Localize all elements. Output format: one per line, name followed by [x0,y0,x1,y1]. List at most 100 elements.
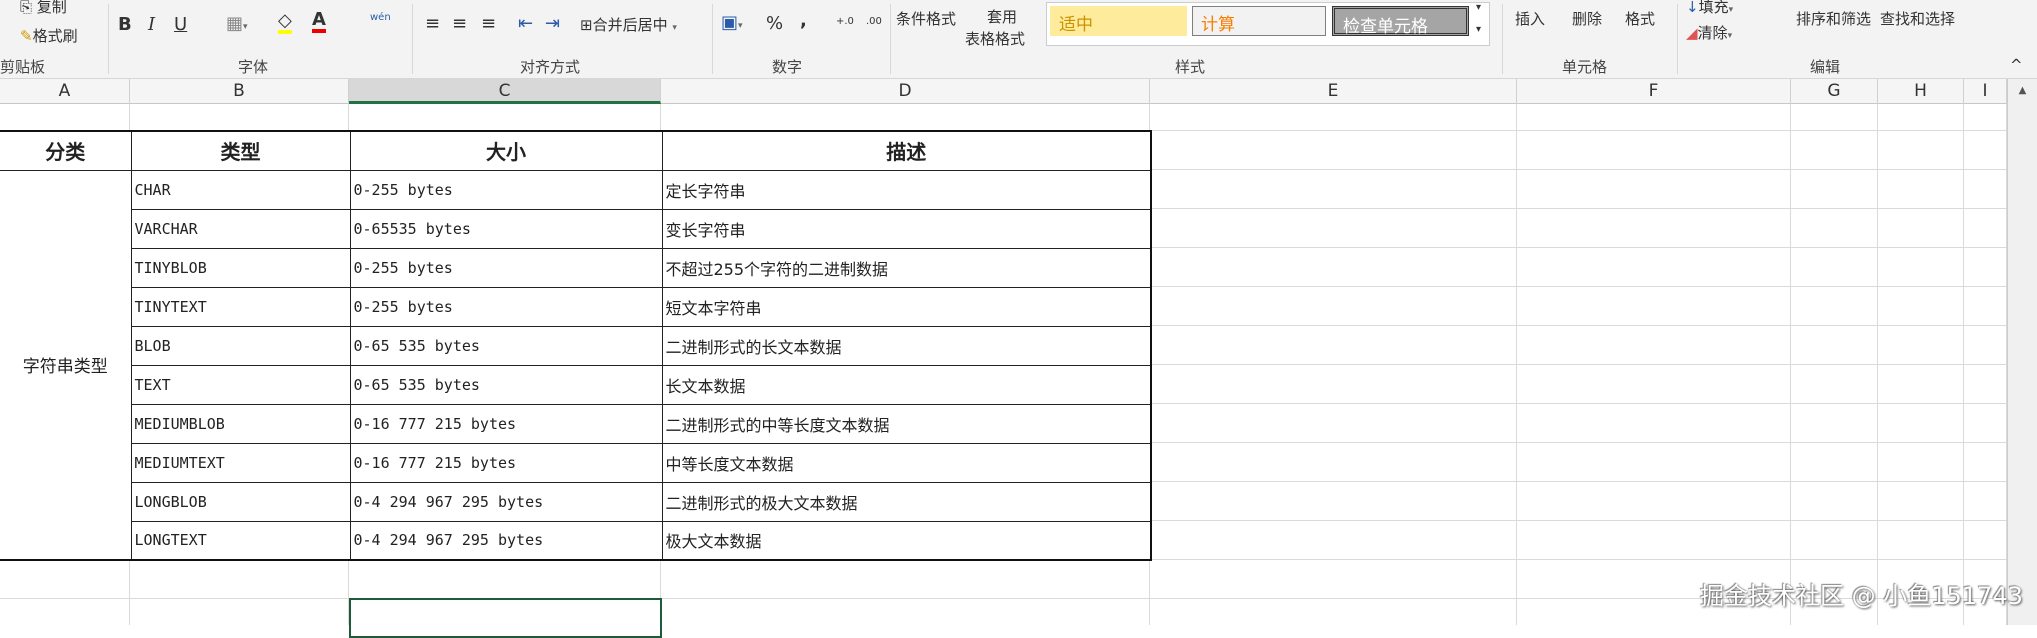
type-cell[interactable]: MEDIUMTEXT [130,442,351,483]
type-cell[interactable]: TEXT [130,364,351,405]
currency-icon[interactable]: ▣▾ [721,12,743,33]
find-select-button[interactable]: 查找和选择 [1880,8,1955,29]
table-header-row: 分类 类型 大小 描述 [0,130,1152,171]
table-row: TEXT 0-65 535 bytes 长文本数据 [0,364,1152,405]
size-cell[interactable]: 0-255 bytes [349,169,663,210]
desc-cell[interactable]: 二进制形式的长文本数据 [661,325,1152,366]
table-header-cell[interactable]: 分类 [0,130,132,171]
column-header-b[interactable]: B [130,79,349,104]
fill-button[interactable]: ↓填充▾ [1686,0,1733,17]
type-cell[interactable]: TINYTEXT [130,286,351,327]
style-calculation[interactable]: 计算 [1192,6,1326,36]
desc-cell[interactable]: 长文本数据 [661,364,1152,405]
table-format-button[interactable]: 表格格式 [965,28,1025,49]
decrease-indent-icon[interactable]: ⇤ [518,13,533,34]
size-cell[interactable]: 0-16 777 215 bytes [349,403,663,444]
align-right-icon[interactable]: ≡ [481,13,496,34]
type-cell[interactable]: TINYBLOB [130,247,351,288]
copy-icon: ⎘ [20,0,37,16]
size-cell[interactable]: 0-255 bytes [349,286,663,327]
data-table: 分类 类型 大小 描述 字符串类型 CHAR 0-255 bytes 定长字符串 VARCHA… [0,130,1152,561]
column-header-g[interactable]: G [1791,79,1878,104]
table-row: LONGBLOB 0-4 294 967 295 bytes 二进制形式的极大文本数… [0,481,1152,522]
table-format-label-1[interactable]: 套用 [987,6,1017,27]
size-cell[interactable]: 0-4 294 967 295 bytes [349,520,663,561]
type-cell[interactable]: LONGBLOB [130,481,351,522]
column-header-f[interactable]: F [1517,79,1791,104]
underline-button[interactable]: U [174,14,187,35]
column-header-i[interactable]: I [1964,79,2007,104]
brush-icon: ✎ [20,27,33,45]
italic-button[interactable]: I [148,14,155,35]
column-header-a[interactable]: A [0,79,130,104]
sort-filter-button[interactable]: 排序和筛选 [1796,8,1871,29]
format-button[interactable]: 格式 [1625,8,1655,29]
comma-button[interactable]: , [800,10,807,31]
selected-cell[interactable] [349,598,662,638]
format-painter-button[interactable]: ✎格式刷 [20,25,78,46]
table-header-cell[interactable]: 大小 [349,130,663,171]
style-check-cell[interactable]: 检查单元格 [1332,6,1469,37]
type-cell[interactable]: LONGTEXT [130,520,351,561]
column-header-h[interactable]: H [1878,79,1964,104]
type-cell[interactable]: BLOB [130,325,351,366]
conditional-format-button[interactable]: 条件格式 [896,8,956,29]
copy-button[interactable]: ⎘ 复制 [20,0,67,17]
phonetic-icon[interactable]: wén [370,12,391,23]
align-left-icon[interactable]: ≡ [425,13,440,34]
table-header-cell[interactable]: 类型 [130,130,351,171]
bold-button[interactable]: B [118,14,132,35]
column-header-d[interactable]: D [661,79,1150,104]
delete-button[interactable]: 删除 [1572,8,1602,29]
increase-indent-icon[interactable]: ⇥ [545,13,560,34]
divider [1677,4,1678,74]
divider [712,4,713,74]
size-cell[interactable]: 0-65 535 bytes [349,325,663,366]
scroll-up-icon[interactable]: ▲ [2008,85,2037,96]
group-label-styles: 样式 [1175,58,1206,76]
font-color-button[interactable]: A [312,11,326,33]
category-cell[interactable]: 字符串类型 [0,169,132,561]
desc-cell[interactable]: 不超过255个字符的二进制数据 [661,247,1152,288]
desc-cell[interactable]: 二进制形式的极大文本数据 [661,481,1152,522]
decrease-decimal-button[interactable]: .00 [866,16,882,27]
gallery-scroll-icon[interactable]: ▾ ▾ [1476,2,1481,35]
table-header-cell[interactable]: 描述 [661,130,1152,171]
table-row: BLOB 0-65 535 bytes 二进制形式的长文本数据 [0,325,1152,366]
insert-button[interactable]: 插入 [1515,8,1545,29]
type-cell[interactable]: MEDIUMBLOB [130,403,351,444]
fill-down-icon: ↓ [1686,0,1699,16]
desc-cell[interactable]: 变长字符串 [661,208,1152,249]
table-row: TINYTEXT 0-255 bytes 短文本字符串 [0,286,1152,327]
style-neutral[interactable]: 适中 [1050,6,1187,36]
desc-cell[interactable]: 短文本字符串 [661,286,1152,327]
type-cell[interactable]: CHAR [130,169,351,210]
size-cell[interactable]: 0-255 bytes [349,247,663,288]
size-cell[interactable]: 0-16 777 215 bytes [349,442,663,483]
table-row: 字符串类型 CHAR 0-255 bytes 定长字符串 [0,169,1152,561]
percent-button[interactable]: % [766,13,783,34]
merge-center-button[interactable]: ⊞合并后居中 ▾ [580,14,677,35]
group-label-cells: 单元格 [1562,58,1608,76]
size-cell[interactable]: 0-4 294 967 295 bytes [349,481,663,522]
table-row: MEDIUMTEXT 0-16 777 215 bytes 中等长度文本数据 [0,442,1152,483]
desc-cell[interactable]: 极大文本数据 [661,520,1152,561]
merge-icon: ⊞ [580,16,593,34]
collapse-ribbon-icon[interactable]: ^ [2010,56,2023,74]
border-icon[interactable]: ▦▾ [226,13,248,34]
desc-cell[interactable]: 定长字符串 [661,169,1152,210]
table-row: LONGTEXT 0-4 294 967 295 bytes 极大文本数据 [0,520,1152,561]
align-center-icon[interactable]: ≡ [452,13,467,34]
desc-cell[interactable]: 中等长度文本数据 [661,442,1152,483]
column-header-c[interactable]: C [349,79,661,104]
clear-button[interactable]: ◢清除▾ [1686,22,1732,43]
desc-cell[interactable]: 二进制形式的中等长度文本数据 [661,403,1152,444]
size-cell[interactable]: 0-65535 bytes [349,208,663,249]
size-cell[interactable]: 0-65 535 bytes [349,364,663,405]
type-cell[interactable]: VARCHAR [130,208,351,249]
fill-color-icon[interactable]: ◇ [278,12,292,34]
column-header-e[interactable]: E [1150,79,1517,104]
divider [412,4,413,74]
increase-decimal-button[interactable]: +.0 [836,16,854,27]
vertical-scrollbar[interactable]: ▲ [2007,79,2037,625]
